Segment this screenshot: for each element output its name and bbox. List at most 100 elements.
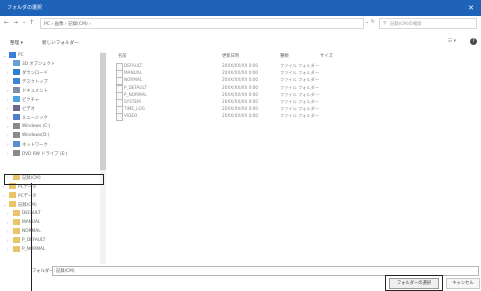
tree-item[interactable]: › ネットワーク [0, 141, 100, 150]
tree-item[interactable]: › デスクトップ [0, 78, 100, 87]
file-row[interactable]: MANUAL 20XX/XX/XX 0:00 ファイル フォルダー [112, 70, 362, 79]
column-header-type[interactable]: 種類 [280, 53, 289, 59]
file-date: 20XX/XX/XX 0:00 [222, 84, 259, 90]
chevron-right-icon[interactable]: › [3, 193, 5, 198]
file-name: P_DEFAULT [124, 84, 147, 90]
file-date: 20XX/XX/XX 0:00 [222, 113, 259, 119]
chevron-right-icon[interactable]: › [7, 70, 9, 75]
tree-item[interactable]: › PCデータ [0, 192, 100, 201]
file-name: DEFAULT [124, 63, 143, 68]
organize-button[interactable]: 整理 ▾ [10, 40, 23, 46]
new-folder-button[interactable]: 新しいフォルダー [42, 40, 79, 46]
chevron-right-icon[interactable]: › [7, 211, 9, 216]
drive-icon [13, 132, 20, 138]
address-bar[interactable]: PC › 画像 › 記録(CM) › [40, 18, 364, 29]
download-icon [13, 69, 20, 75]
tree-item[interactable]: › ビデオ [0, 105, 100, 114]
column-header-size[interactable]: サイズ [320, 53, 333, 59]
back-arrow-icon[interactable]: ← [4, 19, 9, 26]
navigation-tree: ⌄ PC › 3D オブジェクト › ダウンロード › デスクトップ › ドキュメント › ピクチャ ›… [0, 52, 108, 264]
window-title: フォルダの選択 [7, 5, 43, 11]
cube-icon [13, 60, 20, 66]
tree-item-label: DVD RW ドライブ (E:) [22, 152, 68, 157]
tree-item[interactable]: › ダウンロード [0, 69, 100, 78]
chevron-down-icon[interactable]: ⌄ [3, 53, 6, 58]
chevron-right-icon[interactable]: › [7, 238, 9, 243]
tree-item[interactable]: ›DEFAULT [0, 210, 100, 219]
chevron-right-icon[interactable]: › [7, 124, 9, 129]
chevron-right-icon[interactable]: › [7, 247, 9, 252]
cancel-button[interactable]: キャンセル [446, 278, 480, 289]
tree-item-label: Windows(D:) [22, 133, 50, 138]
tree-item-label: ダウンロード [22, 71, 48, 76]
tree-item[interactable]: › ピクチャ [0, 96, 100, 105]
file-row[interactable]: P_DEFAULT 20XX/XX/XX 0:00 ファイル フォルダー [112, 84, 362, 93]
chevron-right-icon[interactable]: › [7, 97, 9, 102]
file-type: ファイル フォルダー [280, 106, 320, 112]
folder-icon [13, 210, 20, 216]
tree-item[interactable]: › P_DEFAULT [0, 237, 100, 246]
tree-item[interactable]: › P_NORMAL [0, 246, 100, 255]
tree-item[interactable]: › ミュージック [0, 114, 100, 123]
view-options-icon[interactable]: ☷ ▾ [448, 39, 456, 44]
tree-item[interactable]: ›MANUAL [0, 219, 100, 228]
tree-item-label: ミュージック [22, 116, 48, 121]
tree-item[interactable]: › 3D オブジェクト [0, 60, 100, 69]
chevron-right-icon[interactable]: › [7, 106, 9, 111]
file-row[interactable]: NORMAL 20XX/XX/XX 0:00 ファイル フォルダー [112, 77, 362, 86]
file-row[interactable]: TIME_LOG 20XX/XX/XX 0:00 ファイル フォルダー [112, 106, 362, 115]
drive-icon [13, 123, 20, 129]
search-input[interactable]: ⚲ 記録(CM)の検索 [379, 18, 477, 29]
chevron-right-icon[interactable]: › [7, 220, 9, 225]
highlight-outline-button [385, 275, 443, 291]
title-bar: フォルダの選択 ✕ [0, 0, 481, 16]
chevron-right-icon[interactable]: › [7, 115, 9, 120]
chevron-right-icon[interactable]: › [7, 151, 9, 156]
tree-item[interactable]: ›NORMAL [0, 228, 100, 237]
file-row[interactable]: VIDEO 20XX/XX/XX 0:00 ファイル フォルダー [112, 113, 362, 122]
folder-icon [13, 219, 20, 225]
tree-item-label: PC [18, 53, 24, 58]
file-type: ファイル フォルダー [280, 113, 320, 119]
file-row[interactable]: SYSTEM 20XX/XX/XX 0:00 ファイル フォルダー [112, 99, 362, 107]
up-arrow-icon[interactable]: ↑ [29, 19, 34, 26]
chevron-right-icon[interactable]: › [7, 79, 9, 84]
file-row[interactable]: DEFAULT 20XX/XX/XX 0:00 ファイル フォルダー [112, 63, 362, 71]
close-icon[interactable]: ✕ [461, 0, 481, 16]
tree-item[interactable]: › DVD RW ドライブ (E:) [0, 150, 100, 159]
column-header-date[interactable]: 更新日時 [222, 53, 239, 59]
recent-locations-icon[interactable]: ⌄ [22, 19, 26, 25]
tree-item[interactable]: › Windows(D:) [0, 132, 100, 141]
refresh-icon[interactable]: ⌄ ↻ [365, 19, 375, 25]
tree-item[interactable]: ⌄ 記録(CM) [0, 201, 100, 210]
folder-name-value: 記録(CM) [56, 269, 75, 274]
tree-scrollbar-thumb[interactable] [100, 53, 106, 170]
chevron-right-icon[interactable]: › [7, 88, 9, 93]
file-date: 20XX/XX/XX 0:00 [222, 77, 259, 83]
tree-item-label: 3D オブジェクト [22, 62, 56, 67]
file-type: ファイル フォルダー [280, 84, 320, 90]
chevron-right-icon[interactable]: › [7, 61, 9, 66]
tree-item-label: 記録(CM) [18, 203, 37, 208]
folder-icon [13, 237, 20, 243]
help-icon[interactable]: ? [470, 38, 477, 45]
column-header-name[interactable]: 名前 [118, 53, 127, 59]
file-name: MANUAL [124, 70, 142, 76]
tree-item[interactable]: › ドキュメント [0, 87, 100, 96]
dvd-icon [13, 150, 20, 156]
tree-item[interactable]: › Windows (C:) [0, 123, 100, 132]
file-row[interactable]: P_NORMAL 20XX/XX/XX 0:00 ファイル フォルダー [112, 91, 362, 100]
chevron-right-icon[interactable]: › [7, 142, 9, 147]
chevron-down-icon[interactable]: ⌄ [3, 202, 6, 207]
file-date: 20XX/XX/XX 0:00 [222, 106, 259, 112]
file-type: ファイル フォルダー [280, 91, 320, 97]
navigation-bar: ← → ⌄ ↑ PC › 画像 › 記録(CM) › ⌄ ↻ ⚲ 記録(CM)の… [0, 16, 481, 30]
chevron-right-icon[interactable]: › [7, 133, 9, 138]
tree-item-label: ネットワーク [22, 143, 48, 148]
file-name: NORMAL [124, 77, 143, 83]
chevron-right-icon[interactable]: › [7, 229, 9, 234]
folder-icon [9, 192, 16, 198]
file-name: TIME_LOG [124, 106, 145, 112]
file-type: ファイル フォルダー [280, 99, 320, 104]
forward-arrow-icon[interactable]: → [13, 19, 18, 26]
